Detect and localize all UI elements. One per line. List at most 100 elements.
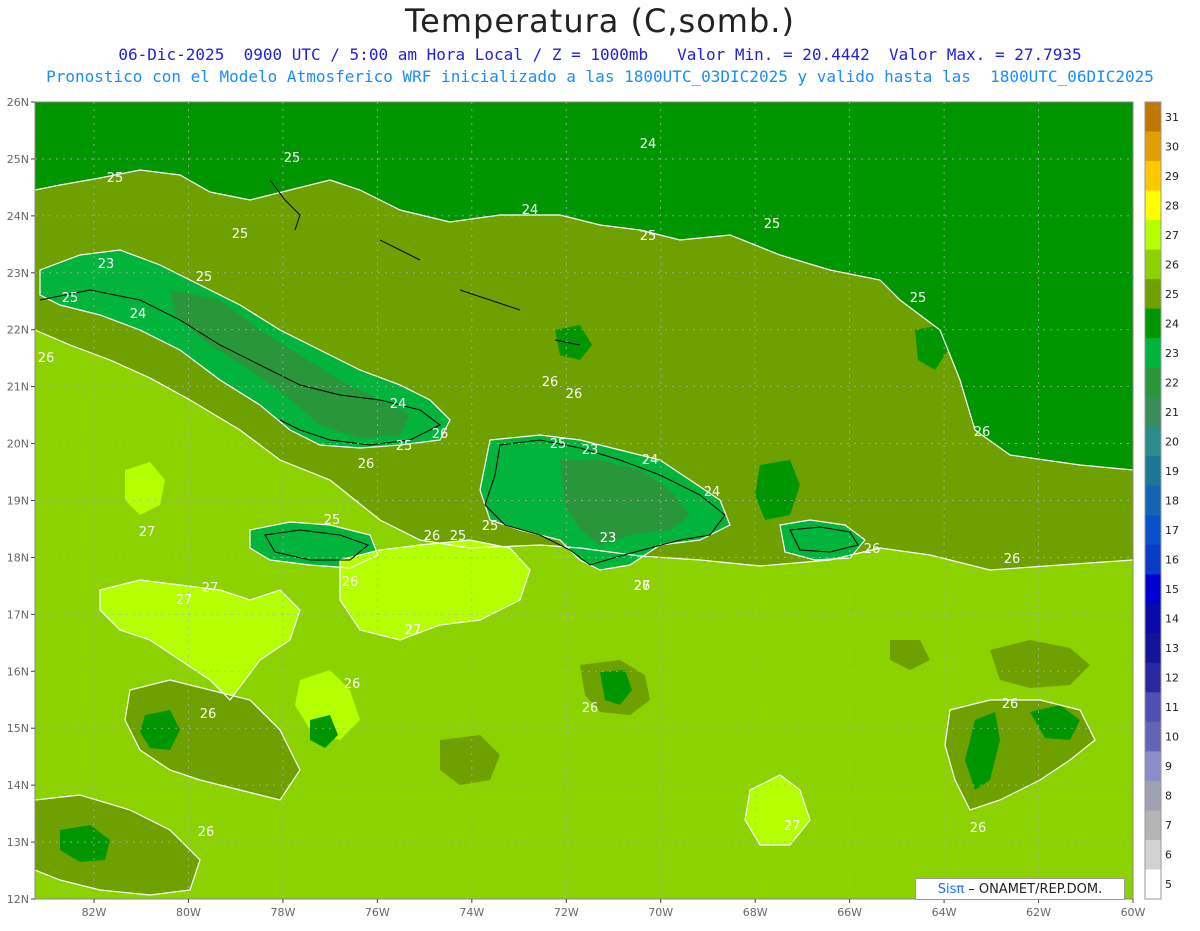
contour-label: 25 [396,439,413,454]
contour-label: 23 [98,257,115,272]
lon-label: 72W [554,906,579,919]
colorbar-swatch [1145,603,1161,634]
colorbar-swatch [1145,751,1161,782]
colorbar-swatch [1145,574,1161,605]
lon-label: 68W [743,906,768,919]
contour-label: 26 [1002,697,1019,712]
colorbar-swatch [1145,544,1161,575]
colorbar-swatch [1145,161,1161,192]
colorbar-swatch [1145,367,1161,398]
contour-label: 24 [522,203,539,218]
colorbar-swatch [1145,397,1161,428]
colorbar-swatch [1145,633,1161,664]
contour-label: 23 [600,531,617,546]
contour-label: 25 [450,529,467,544]
contour-label: 25 [232,227,249,242]
contour-label: 25 [196,270,213,285]
contour-label: 25 [284,151,301,166]
contour-label: 26 [970,821,987,836]
colorbar-swatch [1145,338,1161,369]
colorbar-label: 12 [1165,672,1179,685]
colorbar-swatch [1145,810,1161,841]
colorbar-label: 31 [1165,111,1179,124]
lon-label: 76W [365,906,390,919]
contour-label: 26 [432,427,449,442]
contour-label: 26 [198,825,215,840]
contour-label: 26 [582,701,599,716]
colorbar-label: 13 [1165,642,1179,655]
lat-label: 25N [7,153,29,166]
colorbar-label: 30 [1165,140,1179,153]
colorbar-label: 7 [1165,819,1172,832]
colorbar-label: 11 [1165,701,1179,714]
lat-label: 15N [7,722,29,735]
lon-label: 78W [270,906,295,919]
map-panel: 26N 25N 24N 23N 22N 21N 20N 19N 18N 17N 16N 15N 14N 1… [0,0,1200,927]
contour-label: 25 [62,291,79,306]
colorbar-swatch [1145,780,1161,811]
lat-label: 18N [7,551,29,564]
colorbar-swatch [1145,102,1161,133]
colorbar-swatch [1145,220,1161,251]
colorbar-label: 16 [1165,554,1179,567]
latitude-labels: 26N 25N 24N 23N 22N 21N 20N 19N 18N 17N 16N 15N 14N 1… [7,96,35,906]
lat-label: 13N [7,836,29,849]
contour-label: 26 [1004,552,1021,567]
lat-label: 23N [7,267,29,280]
contour-label: 27 [405,623,422,638]
contour-label: 26 [566,387,583,402]
lat-label: 14N [7,779,29,792]
colorbar-label: 29 [1165,170,1179,183]
contour-label: 26 [864,542,881,557]
contour-label: 26 [358,457,375,472]
colorbar-label: 28 [1165,199,1179,212]
colorbar-label: 5 [1165,878,1172,891]
colorbar-label: 15 [1165,583,1179,596]
lat-label: 24N [7,210,29,223]
colorbar-label: 20 [1165,435,1179,448]
colorbar-swatch [1145,456,1161,487]
colorbar-swatch [1145,515,1161,546]
credit-box: Sisπ – ONAMET/REP.DOM. [915,878,1125,900]
colorbar: 31 30 29 28 27 26 25 24 23 22 21 20 19 18 17 16 15 14 13 12… [1144,101,1179,900]
colorbar-swatch [1145,131,1161,162]
credit-text: – ONAMET/REP.DOM. [968,881,1103,897]
contour-label: 26 [200,707,217,722]
contour-label: 25 [482,519,499,534]
lat-label: 20N [7,438,29,451]
colorbar-swatch [1145,662,1161,693]
contour-label: 23 [582,443,599,458]
contour-label: 25 [107,171,124,186]
contour-label: 27 [176,593,193,608]
contour-label: 27 [784,819,801,834]
contour-label: 25 [550,437,567,452]
colorbar-swatch [1145,279,1161,310]
colorbar-swatch [1145,190,1161,221]
longitude-labels: 82W 80W 78W 76W 74W 72W 70W 68W 66W 64W 62W 60W [82,899,1146,919]
colorbar-label: 14 [1165,613,1179,626]
lat-label: 19N [7,495,29,508]
contour-label: 26 [974,425,991,440]
contour-label: 27 [139,525,156,540]
contour-label: 26 [342,575,359,590]
sispi-logo: Sisπ [937,881,965,897]
colorbar-label: 22 [1165,376,1179,389]
lon-label: 70W [648,906,673,919]
lon-label: 60W [1121,906,1146,919]
contour-label: 25 [640,229,657,244]
contour-label: 25 [764,217,781,232]
lat-label: 26N [7,96,29,109]
contour-label: 26 [344,677,361,692]
colorbar-label: 17 [1165,524,1179,537]
contour-label: 24 [640,137,657,152]
contour-label: 26 [542,375,559,390]
colorbar-swatch [1145,721,1161,752]
temperature-map: 26N 25N 24N 23N 22N 21N 20N 19N 18N 17N 16N 15N 14N 1… [7,96,1179,919]
colorbar-swatch [1145,692,1161,723]
lon-label: 62W [1026,906,1051,919]
lon-label: 82W [82,906,107,919]
colorbar-label: 19 [1165,465,1179,478]
contour-label: 26 [38,351,55,366]
colorbar-label: 8 [1165,790,1172,803]
contour-label: 24 [130,307,147,322]
